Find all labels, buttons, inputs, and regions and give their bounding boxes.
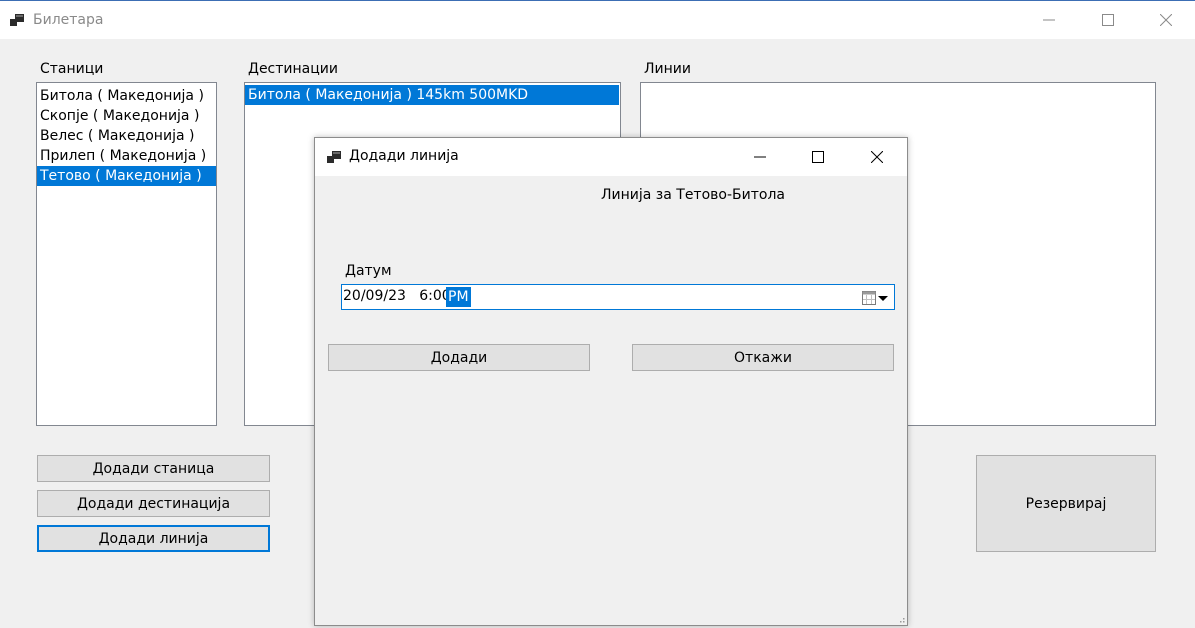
window-title: Билетара: [33, 12, 104, 28]
app-window-icon: [10, 14, 24, 26]
minimize-icon: [754, 156, 766, 158]
chevron-down-icon[interactable]: [878, 296, 888, 301]
maximize-icon: [1102, 14, 1114, 26]
close-icon: [871, 151, 883, 163]
stations-listbox[interactable]: Битола ( Македонија ) Скопје ( Македониј…: [36, 82, 217, 426]
lines-label: Линии: [644, 61, 691, 77]
station-item-selected[interactable]: Тетово ( Македонија ): [37, 166, 216, 186]
dialog-close-button[interactable]: [848, 138, 906, 176]
add-line-dialog: Додади линија Линија за Тетово-Битола Да…: [314, 137, 908, 626]
dialog-heading: Линија за Тетово-Битола: [601, 187, 785, 203]
station-item[interactable]: Велес ( Македонија ): [37, 126, 216, 146]
destinations-label: Дестинации: [248, 61, 338, 77]
minimize-button[interactable]: [1020, 1, 1078, 39]
station-item[interactable]: Прилеп ( Македонија ): [37, 146, 216, 166]
dialog-maximize-button[interactable]: [789, 138, 847, 176]
close-button[interactable]: [1137, 1, 1195, 39]
station-item[interactable]: Битола ( Македонија ): [37, 86, 216, 106]
calendar-icon[interactable]: [862, 291, 876, 305]
date-label: Датум: [345, 263, 392, 279]
dialog-add-button[interactable]: Додади: [328, 344, 590, 371]
dialog-title: Додади линија: [349, 148, 459, 164]
add-line-button[interactable]: Додади линија: [37, 525, 270, 552]
main-titlebar[interactable]: Билетара: [0, 1, 1195, 39]
close-icon: [1160, 14, 1172, 26]
dialog-titlebar[interactable]: Додади линија: [315, 138, 907, 176]
station-item[interactable]: Скопје ( Македонија ): [37, 106, 216, 126]
reserve-button[interactable]: Резервирај: [976, 455, 1156, 552]
add-destination-button[interactable]: Додади дестинација: [37, 490, 270, 517]
destination-item-selected[interactable]: Битола ( Македонија ) 145km 500MKD: [245, 85, 619, 105]
dialog-minimize-button[interactable]: [731, 138, 789, 176]
add-station-button[interactable]: Додади станица: [37, 455, 270, 482]
resize-grip-icon[interactable]: [897, 615, 905, 623]
dialog-cancel-button[interactable]: Откажи: [632, 344, 894, 371]
maximize-button[interactable]: [1079, 1, 1137, 39]
date-value[interactable]: 20/09/23 6:00: [343, 288, 451, 304]
stations-label: Станици: [40, 61, 104, 77]
minimize-icon: [1043, 19, 1055, 21]
date-time-picker[interactable]: 20/09/23 6:00 PM: [341, 284, 895, 310]
dialog-window-icon: [327, 151, 341, 163]
ampm-value[interactable]: PM: [446, 287, 471, 307]
maximize-icon: [812, 151, 824, 163]
